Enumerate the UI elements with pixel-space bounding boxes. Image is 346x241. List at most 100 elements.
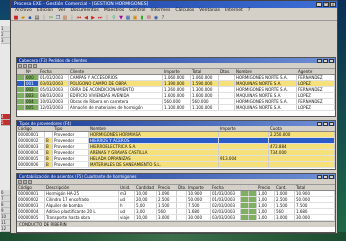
column-header[interactable]: Tipo: [53, 126, 89, 131]
calendar-icon[interactable]: ▦: [125, 15, 131, 21]
table-cell: 1.100.000: [163, 105, 191, 110]
web-icon[interactable]: ◉: [153, 15, 159, 21]
delete-record-icon[interactable]: [28, 179, 32, 184]
panel-close-button[interactable]: [329, 121, 334, 126]
column-header[interactable]: Descripción: [45, 185, 119, 190]
column-header[interactable]: [17, 69, 25, 74]
table-cell: Proveedor: [53, 150, 89, 155]
table-cell: 20,00: [135, 197, 157, 202]
edit-record-icon[interactable]: [23, 179, 27, 184]
table-row[interactable]: 00000006 B Proveedor MATERIALES DE SANEA…: [17, 162, 335, 168]
print-icon[interactable]: ▤: [34, 15, 40, 21]
column-header[interactable]: Fecha: [39, 69, 69, 74]
save-icon[interactable]: ▪: [27, 15, 33, 21]
table-cell: Obras de Ribera en carretera: [69, 99, 163, 104]
prev-record-icon[interactable]: ◀: [83, 15, 89, 21]
first-record-icon[interactable]: ⏮: [76, 15, 82, 21]
table-cell: viaje: [119, 215, 135, 220]
close-button[interactable]: ×: [330, 2, 336, 7]
table-row[interactable]: 005 12/03/2003 Almacén de materiales de …: [17, 105, 335, 111]
column-header[interactable]: Nombre: [235, 69, 297, 74]
column-header[interactable]: Precio: [257, 185, 275, 190]
column-header[interactable]: Dtos.: [219, 69, 235, 74]
panel-minimize-button[interactable]: [317, 121, 322, 126]
table-cell: Proveedor: [53, 132, 89, 137]
column-header[interactable]: Código: [17, 126, 45, 131]
panel-close-button[interactable]: [329, 58, 334, 63]
next-record-icon[interactable]: ▶: [90, 15, 96, 21]
add-record-icon[interactable]: [18, 179, 22, 184]
table-cell: LOPEZ: [297, 93, 335, 98]
column-header[interactable]: Agente: [297, 69, 335, 74]
app-window[interactable]: Procesa EXE - Gestión Comercial - [GESTI…: [10, 0, 338, 234]
edit-record-icon[interactable]: [23, 63, 27, 68]
suppliers-panel[interactable]: Tipos de proveedores (F4) Código Tipo No…: [16, 120, 336, 170]
search-icon[interactable]: ⚲: [111, 15, 117, 21]
entries-panel[interactable]: Contabilización de asientos (F5) Cuadran…: [16, 173, 336, 233]
table-cell: 472.884: [269, 144, 335, 149]
table-cell: FERNANDEZ: [297, 87, 335, 92]
column-header[interactable]: Cliente: [69, 69, 163, 74]
column-header[interactable]: Importe: [219, 126, 269, 131]
column-header[interactable]: Precio: [157, 185, 177, 190]
calculator-icon[interactable]: ▣: [132, 15, 138, 21]
column-header[interactable]: [241, 185, 249, 190]
column-header[interactable]: Cuota: [269, 126, 335, 131]
table-cell: [177, 191, 187, 196]
column-header[interactable]: Cant.: [275, 185, 295, 190]
column-header[interactable]: Fecha: [211, 185, 241, 190]
table-cell: [17, 75, 25, 80]
last-record-icon[interactable]: ⏭: [97, 15, 103, 21]
minimize-button[interactable]: _: [316, 2, 322, 7]
column-header[interactable]: Nombre: [89, 126, 219, 131]
orders-panel[interactable]: Cabecera (F3) Pedidos de clientes Nº Fec…: [16, 57, 336, 117]
delete-record-icon[interactable]: [28, 63, 32, 68]
chart-icon[interactable]: ▮: [139, 15, 145, 21]
add-record-icon[interactable]: [18, 63, 22, 68]
table-cell: 02/03/2003: [211, 203, 241, 208]
table-cell: B: [45, 162, 53, 167]
column-header[interactable]: Total: [295, 185, 335, 190]
mail-icon[interactable]: ✉: [146, 15, 152, 21]
table-cell: 913.004: [219, 156, 269, 161]
table-cell: 00000001: [17, 191, 45, 196]
table-cell: 50.000: [187, 197, 211, 202]
table-cell: 00000006: [17, 162, 45, 167]
new-icon[interactable]: ■: [13, 15, 19, 21]
column-header[interactable]: Unid.: [119, 185, 135, 190]
column-header[interactable]: Nº: [25, 69, 39, 74]
column-header[interactable]: Importe: [163, 69, 191, 74]
refresh-icon[interactable]: [33, 63, 37, 68]
column-header[interactable]: [45, 126, 53, 131]
column-header[interactable]: Total: [191, 69, 219, 74]
paste-icon[interactable]: ▥: [62, 15, 68, 21]
column-header[interactable]: Importe: [187, 185, 211, 190]
panel-minimize-button[interactable]: [317, 58, 322, 63]
table-cell: 03/03/2003: [39, 81, 69, 86]
panel-maximize-button[interactable]: [323, 58, 328, 63]
table-cell: 1.500: [275, 203, 295, 208]
table-cell: 00000003: [17, 144, 45, 149]
cut-icon[interactable]: ✂: [48, 15, 54, 21]
panel-maximize-button[interactable]: [323, 121, 328, 126]
table-cell: HORMIGONES NORTE S.A.: [235, 75, 297, 80]
column-header[interactable]: [249, 185, 257, 190]
copy-icon[interactable]: ❐: [55, 15, 61, 21]
table-cell: POLÍGONO CAMPO DE OBRA: [69, 81, 163, 86]
panel-close-button[interactable]: [329, 174, 334, 179]
filter-icon[interactable]: ▼: [118, 15, 124, 21]
separator-icon: |: [43, 14, 45, 21]
column-header[interactable]: Código: [17, 185, 45, 190]
table-cell: 005: [25, 105, 39, 110]
table-cell: [249, 209, 257, 214]
panel-maximize-button[interactable]: [323, 174, 328, 179]
panel-minimize-button[interactable]: [317, 174, 322, 179]
open-icon[interactable]: ▰: [20, 15, 26, 21]
help-icon[interactable]: ?: [160, 15, 166, 21]
table-cell: [241, 191, 249, 196]
column-header[interactable]: Dto.: [177, 185, 187, 190]
window-titlebar[interactable]: Procesa EXE - Gestión Comercial - [GESTI…: [11, 1, 337, 8]
table-cell: OBRA DE ACONDICIONAMIENTO: [69, 87, 163, 92]
column-header[interactable]: Cantidad: [135, 185, 157, 190]
maximize-button[interactable]: □: [323, 2, 329, 7]
